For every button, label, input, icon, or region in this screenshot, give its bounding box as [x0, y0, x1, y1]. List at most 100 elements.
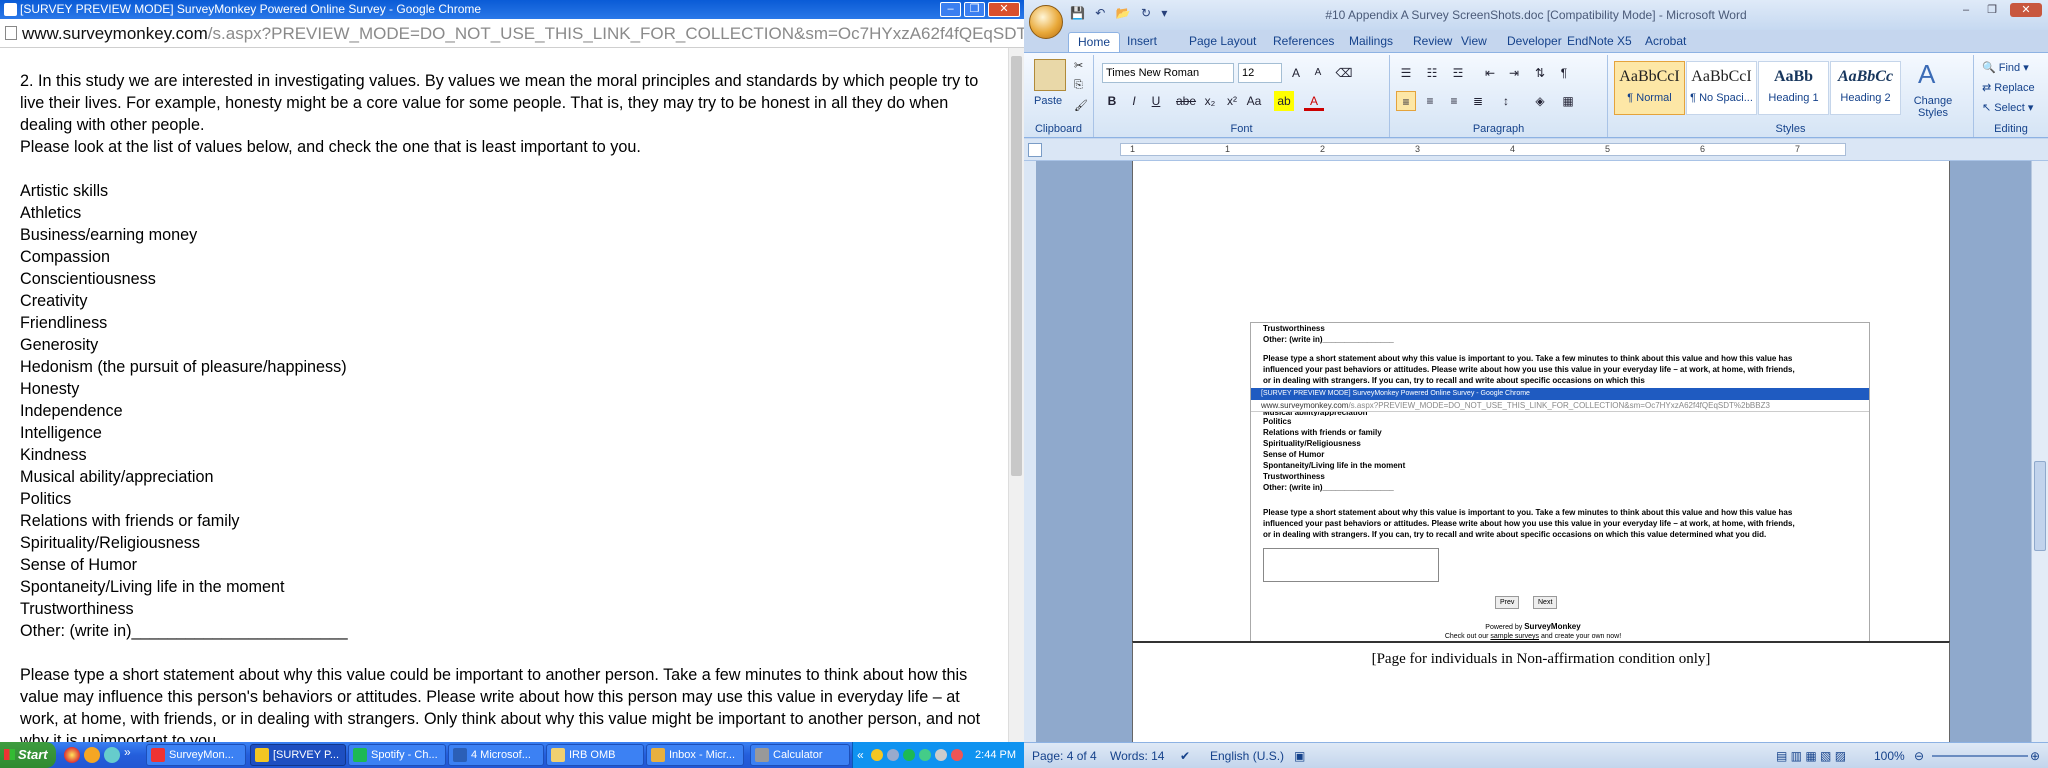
chrome-title-bar[interactable]: [SURVEY PREVIEW MODE] SurveyMonkey Power…: [0, 0, 1024, 19]
save-icon[interactable]: 💾: [1070, 6, 1085, 20]
italic-icon[interactable]: I: [1124, 91, 1144, 111]
grow-font-icon[interactable]: A: [1286, 63, 1306, 83]
format-painter-icon[interactable]: 🖌: [1074, 99, 1088, 112]
proofing-icon[interactable]: ✔: [1180, 743, 1190, 768]
font-name-select[interactable]: Times New Roman: [1102, 63, 1234, 83]
value-option[interactable]: Honesty: [20, 378, 1008, 400]
macro-icon[interactable]: ▣: [1294, 743, 1305, 768]
value-option[interactable]: Sense of Humor: [20, 554, 1008, 576]
open-icon[interactable]: 📂: [1116, 6, 1131, 20]
value-option[interactable]: Generosity: [20, 334, 1008, 356]
document-page[interactable]: Trustworthiness Other: (write in)________…: [1132, 161, 1950, 742]
taskbar-item[interactable]: [SURVEY P...: [250, 744, 346, 766]
quicklaunch-expand-icon[interactable]: »: [124, 745, 131, 759]
shrink-font-icon[interactable]: A: [1308, 63, 1328, 83]
justify-icon[interactable]: ≣: [1468, 91, 1488, 111]
tab-home[interactable]: Home: [1068, 32, 1121, 52]
superscript-icon[interactable]: x²: [1222, 91, 1242, 111]
bold-icon[interactable]: B: [1102, 91, 1122, 111]
underline-icon[interactable]: U: [1146, 91, 1166, 111]
find-button[interactable]: 🔍 Find ▾: [1982, 61, 2029, 74]
value-option[interactable]: Musical ability/appreciation: [20, 466, 1008, 488]
tab-insert[interactable]: Insert: [1118, 32, 1166, 52]
borders-icon[interactable]: ▦: [1558, 91, 1578, 111]
change-styles-icon[interactable]: A: [1918, 59, 1935, 90]
taskbar-item[interactable]: Inbox - Micr...: [646, 744, 744, 766]
shading-icon[interactable]: ◈: [1530, 91, 1550, 111]
value-option[interactable]: Spirituality/Religiousness: [20, 532, 1008, 554]
align-left-icon[interactable]: ≡: [1396, 91, 1416, 111]
multilevel-list-icon[interactable]: ☲: [1448, 63, 1468, 83]
scrollbar-thumb[interactable]: [1011, 56, 1022, 476]
close-button[interactable]: ✕: [988, 2, 1020, 17]
word-title-bar[interactable]: #10 Appendix A Survey ScreenShots.doc [C…: [1024, 0, 2048, 30]
align-center-icon[interactable]: ≡: [1420, 91, 1440, 111]
subscript-icon[interactable]: x₂: [1200, 91, 1220, 111]
value-option[interactable]: Compassion: [20, 246, 1008, 268]
customize-toolbar-icon[interactable]: ▾: [1161, 6, 1167, 20]
increase-indent-icon[interactable]: ⇥: [1504, 63, 1524, 83]
decrease-indent-icon[interactable]: ⇤: [1480, 63, 1500, 83]
firefox-quicklaunch-icon[interactable]: [84, 747, 100, 763]
word-vertical-scrollbar[interactable]: [2031, 161, 2048, 742]
zoom-slider[interactable]: [1932, 755, 2028, 757]
highlight-icon[interactable]: ab: [1274, 91, 1294, 111]
tray-expand-icon[interactable]: «: [857, 742, 864, 768]
clear-format-icon[interactable]: ⌫: [1334, 63, 1354, 83]
tab-page-layout[interactable]: Page Layout: [1180, 32, 1265, 52]
value-option[interactable]: Athletics: [20, 202, 1008, 224]
change-case-icon[interactable]: Aa: [1244, 91, 1264, 111]
style-2[interactable]: AaBbCcI ¶ No Spaci...: [1686, 61, 1757, 115]
address-bar[interactable]: www.surveymonkey.com/s.aspx?PREVIEW_MODE…: [0, 19, 1024, 48]
maximize-button[interactable]: ❐: [964, 2, 985, 17]
minimize-button[interactable]: –: [940, 2, 961, 17]
value-option[interactable]: Friendliness: [20, 312, 1008, 334]
page-count-status[interactable]: Page: 4 of 4: [1032, 743, 1097, 768]
office-button[interactable]: [1029, 5, 1063, 39]
zoom-out-icon[interactable]: ⊖: [1914, 743, 1924, 768]
value-option[interactable]: Politics: [20, 488, 1008, 510]
zoom-in-icon[interactable]: ⊕: [2030, 743, 2040, 768]
value-option[interactable]: Independence: [20, 400, 1008, 422]
style-1[interactable]: AaBbCcI ¶ Normal: [1614, 61, 1685, 115]
tab-view[interactable]: View: [1452, 32, 1496, 52]
value-option[interactable]: Business/earning money: [20, 224, 1008, 246]
clock[interactable]: 2:44 PM: [975, 742, 1016, 768]
style-4[interactable]: AaBbCc Heading 2: [1830, 61, 1901, 115]
value-option[interactable]: Other: (write in)_______________________…: [20, 620, 1008, 642]
view-buttons[interactable]: ▤ ▥ ▦ ▧ ▨: [1776, 743, 1846, 768]
align-right-icon[interactable]: ≡: [1444, 91, 1464, 111]
redo-icon[interactable]: ↻: [1141, 6, 1151, 20]
select-button[interactable]: ↖ Select ▾: [1982, 101, 2033, 114]
tab-acrobat[interactable]: Acrobat: [1636, 32, 1695, 52]
value-option[interactable]: Artistic skills: [20, 180, 1008, 202]
start-button[interactable]: Start: [0, 742, 56, 768]
paste-button[interactable]: Paste: [1034, 95, 1062, 107]
taskbar-item[interactable]: Spotify - Ch...: [348, 744, 446, 766]
undo-icon[interactable]: ↶: [1095, 6, 1105, 20]
value-option[interactable]: Intelligence: [20, 422, 1008, 444]
bullets-icon[interactable]: ☰: [1396, 63, 1416, 83]
chrome-quicklaunch-icon[interactable]: [64, 747, 80, 763]
taskbar-item[interactable]: 4 Microsof...: [448, 744, 544, 766]
sort-icon[interactable]: ⇅: [1530, 63, 1550, 83]
value-option[interactable]: Spontaneity/Living life in the moment: [20, 576, 1008, 598]
replace-button[interactable]: ⇄ Replace: [1982, 81, 2035, 94]
zoom-level[interactable]: 100%: [1874, 743, 1905, 768]
ie-quicklaunch-icon[interactable]: [104, 747, 120, 763]
taskbar-item[interactable]: IRB OMB: [546, 744, 644, 766]
value-option[interactable]: Hedonism (the pursuit of pleasure/happin…: [20, 356, 1008, 378]
tray-network-icon[interactable]: [887, 749, 899, 761]
taskbar-item[interactable]: SurveyMon...: [146, 744, 246, 766]
tab-endnote-x5[interactable]: EndNote X5: [1558, 32, 1641, 52]
value-option[interactable]: Creativity: [20, 290, 1008, 312]
style-3[interactable]: AaBb Heading 1: [1758, 61, 1829, 115]
value-option[interactable]: Trustworthiness: [20, 598, 1008, 620]
show-formatting-icon[interactable]: ¶: [1554, 63, 1574, 83]
font-size-select[interactable]: 12: [1238, 63, 1282, 83]
word-restore-button[interactable]: ❐: [1980, 3, 2004, 17]
chrome-scrollbar[interactable]: [1008, 48, 1024, 742]
tray-volume-icon[interactable]: [935, 749, 947, 761]
value-option[interactable]: Kindness: [20, 444, 1008, 466]
tray-app-icon[interactable]: [871, 749, 883, 761]
